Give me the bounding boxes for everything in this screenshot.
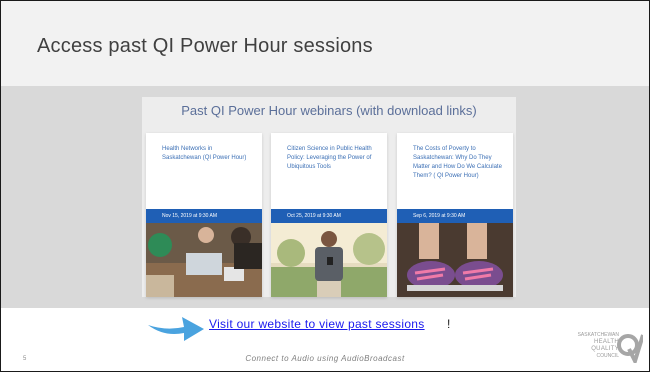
link-suffix: !	[447, 317, 451, 331]
arrow-right-icon	[146, 309, 206, 345]
webinar-card-date: Oct 25, 2019 at 9:30 AM	[271, 209, 387, 223]
group-laptops-photo-icon	[146, 223, 262, 297]
webinar-card-title: The Costs of Poverty to Saskatchewan: Wh…	[413, 146, 502, 179]
logo-line: QUALITY	[591, 346, 619, 352]
sneakers-photo-icon	[397, 223, 513, 297]
slide: Access past QI Power Hour sessions Past …	[0, 0, 650, 372]
logo-text: SASKATCHEWAN HEALTH QUALITY COUNCIL	[573, 332, 619, 360]
webinar-card-date: Sep 6, 2019 at 9:30 AM	[397, 209, 513, 223]
slide-title: Access past QI Power Hour sessions	[37, 35, 373, 57]
logo-line: SASKATCHEWAN	[577, 332, 619, 338]
logo-line: COUNCIL	[596, 353, 619, 359]
webinar-card[interactable]: Citizen Science in Public Health Policy:…	[271, 133, 387, 297]
logo-line: HEALTH	[593, 339, 619, 345]
webinar-card-date: Nov 15, 2019 at 9:30 AM	[146, 209, 262, 223]
qv-logo-icon	[617, 334, 643, 363]
hqc-logo: SASKATCHEWAN HEALTH QUALITY COUNCIL	[573, 329, 643, 367]
webinar-card-title: Citizen Science in Public Health Policy:…	[287, 146, 372, 170]
panel-heading: Past QI Power Hour webinars (with downlo…	[181, 103, 477, 118]
webinar-card-title: Health Networks in Saskatchewan (QI Powe…	[162, 146, 247, 161]
man-with-phone-photo-icon	[271, 223, 387, 297]
past-sessions-link[interactable]: Visit our website to view past sessions	[209, 317, 425, 331]
webinar-card[interactable]: The Costs of Poverty to Saskatchewan: Wh…	[397, 133, 513, 297]
webinar-card[interactable]: Health Networks in Saskatchewan (QI Powe…	[146, 133, 262, 297]
footer-text: Connect to Audio using AudioBroadcast	[245, 354, 405, 363]
